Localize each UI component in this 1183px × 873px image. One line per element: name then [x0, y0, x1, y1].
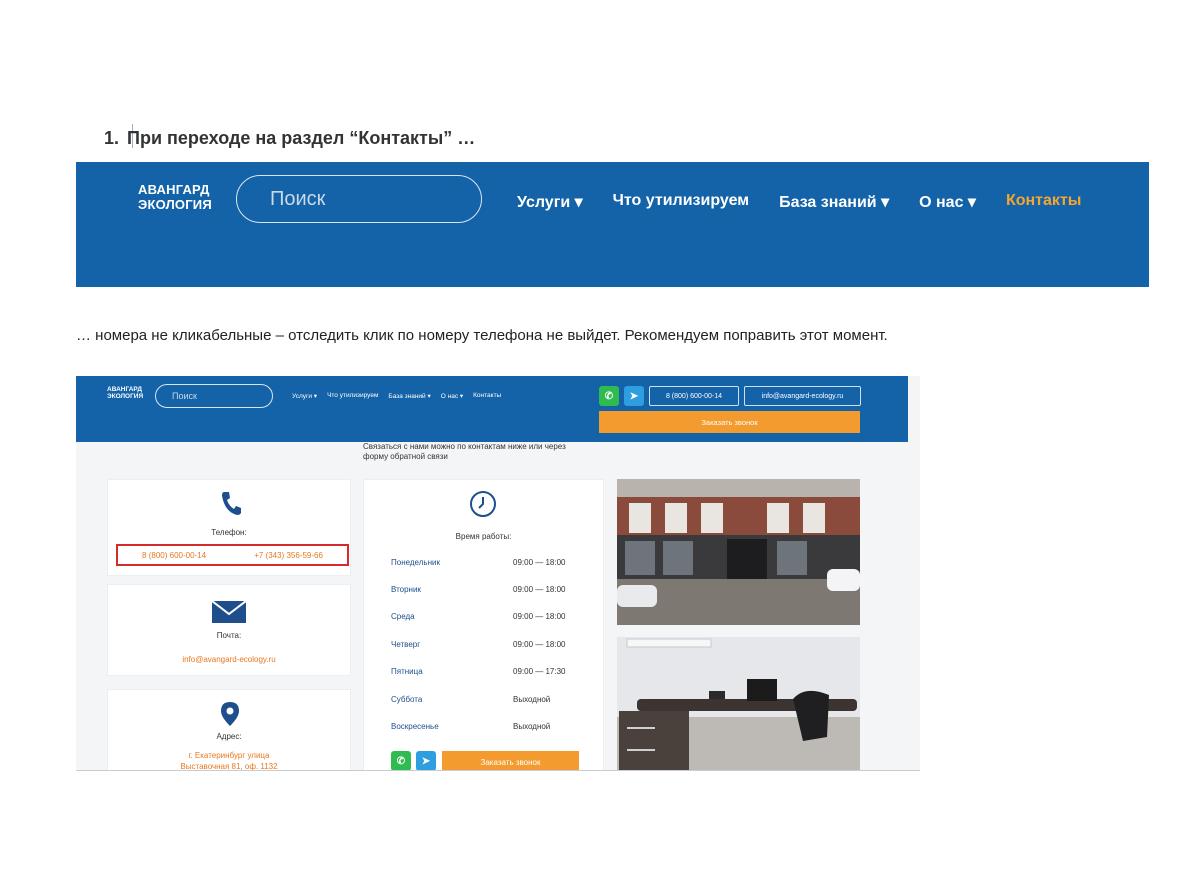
card-telegram-icon[interactable]: ➤ — [416, 751, 436, 771]
menu-item-about[interactable]: О нас ▾ — [919, 192, 976, 212]
hours-time: Выходной — [513, 722, 551, 731]
contacts-intro: Связаться с нами можно по контактам ниже… — [363, 442, 566, 461]
mini-menu-what-we-recycle[interactable]: Что утилизируем — [327, 392, 378, 400]
mini-navbar: АВАНГАРД ЭКОЛОГИЯ Поиск Услуги ▾ Что ути… — [76, 376, 908, 442]
office-building-photo — [617, 479, 860, 625]
screenshot-bottom-border — [76, 770, 920, 771]
phone-card-title: Телефон: — [211, 528, 247, 537]
logo-line-2: ЭКОЛОГИЯ — [138, 197, 212, 212]
whatsapp-icon[interactable]: ✆ — [599, 386, 619, 406]
search-placeholder: Поиск — [270, 187, 326, 210]
address-card: Адрес: г. Екатеринбург улица Выставочная… — [107, 689, 351, 771]
hours-day: Вторник — [391, 585, 421, 594]
phone-number-1: 8 (800) 600-00-14 — [142, 550, 207, 560]
main-menu: Услуги ▾ Что утилизируем База знаний ▾ О… — [517, 192, 1081, 212]
phone-number-2: +7 (343) 356-59-66 — [254, 550, 323, 560]
working-hours-card: Время работы: Понедельник 09:00 — 18:00 В… — [363, 479, 604, 771]
mini-search-placeholder: Поиск — [172, 391, 197, 401]
hours-row: Среда 09:00 — 18:00 — [391, 612, 581, 621]
hours-row: Понедельник 09:00 — 18:00 — [391, 558, 581, 567]
mail-card-title: Почта: — [216, 631, 242, 640]
phone-icon — [222, 492, 241, 515]
hours-row: Суббота Выходной — [391, 695, 581, 704]
menu-item-what-we-recycle[interactable]: Что утилизируем — [613, 192, 749, 212]
search-input[interactable]: Поиск — [236, 175, 482, 223]
hours-row: Пятница 09:00 — 17:30 — [391, 667, 581, 676]
hours-row: Воскресенье Выходной — [391, 722, 581, 731]
mail-icon — [212, 601, 246, 623]
card-order-call-button[interactable]: Заказать звонок — [442, 751, 579, 771]
hours-time: 09:00 — 17:30 — [513, 667, 566, 676]
order-call-button[interactable]: Заказать звонок — [599, 411, 860, 433]
mini-menu-about[interactable]: О нас ▾ — [441, 392, 463, 400]
heading-text: При переходе на раздел “Контакты” … — [127, 128, 476, 148]
logo[interactable]: АВАНГАРД ЭКОЛОГИЯ — [138, 182, 212, 212]
address-card-title: Адрес: — [216, 732, 242, 741]
email-chip[interactable]: info@avangard-ecology.ru — [744, 386, 861, 406]
phone-highlight-box: 8 (800) 600-00-14 +7 (343) 356-59-66 — [116, 544, 349, 566]
mini-logo-line-1: АВАНГАРД — [107, 386, 142, 393]
menu-item-knowledge-base[interactable]: База знаний ▾ — [779, 192, 889, 212]
card-whatsapp-icon[interactable]: ✆ — [391, 751, 411, 771]
hours-time: 09:00 — 18:00 — [513, 612, 566, 621]
hours-time: 09:00 — 18:00 — [513, 640, 566, 649]
menu-item-services[interactable]: Услуги ▾ — [517, 192, 583, 212]
hours-row: Вторник 09:00 — 18:00 — [391, 585, 581, 594]
address-line-1: г. Екатеринбург улица — [188, 751, 270, 760]
hours-time: 09:00 — 18:00 — [513, 585, 566, 594]
hours-time: 09:00 — 18:00 — [513, 558, 566, 567]
hours-day: Среда — [391, 612, 415, 621]
office-interior-photo — [617, 637, 860, 771]
hours-day: Понедельник — [391, 558, 440, 567]
hours-row: Четверг 09:00 — 18:00 — [391, 640, 581, 649]
mini-logo[interactable]: АВАНГАРД ЭКОЛОГИЯ — [107, 386, 143, 400]
mini-menu: Услуги ▾ Что утилизируем База знаний ▾ О… — [292, 392, 501, 400]
mini-logo-line-2: ЭКОЛОГИЯ — [107, 393, 144, 400]
mail-card-email: info@avangard-ecology.ru — [182, 655, 276, 664]
mini-search-input[interactable]: Поиск — [155, 384, 273, 408]
hours-time: Выходной — [513, 695, 551, 704]
menu-item-contacts[interactable]: Контакты — [1006, 192, 1081, 212]
hours-day: Воскресенье — [391, 722, 439, 731]
location-pin-icon — [221, 702, 239, 726]
phone-chip[interactable]: 8 (800) 600-00-14 — [649, 386, 739, 406]
section-heading: 1. При переходе на раздел “Контакты” … — [104, 128, 475, 149]
navbar-screenshot: АВАНГАРД ЭКОЛОГИЯ Поиск Услуги ▾ Что ути… — [76, 162, 1149, 287]
mail-card: Почта: info@avangard-ecology.ru — [107, 584, 351, 676]
mini-menu-contacts[interactable]: Контакты — [473, 392, 501, 400]
mini-menu-knowledge-base[interactable]: База знаний ▾ — [388, 392, 430, 400]
heading-number: 1. — [104, 128, 120, 148]
caption-text: … номера не кликабельные – отследить кли… — [76, 327, 888, 344]
hours-day: Суббота — [391, 695, 423, 704]
logo-line-1: АВАНГАРД — [138, 182, 210, 197]
hours-day: Четверг — [391, 640, 421, 649]
contacts-page-screenshot: АВАНГАРД ЭКОЛОГИЯ Поиск Услуги ▾ Что ути… — [76, 376, 920, 771]
telegram-icon[interactable]: ➤ — [624, 386, 644, 406]
hours-day: Пятница — [391, 667, 423, 676]
mini-menu-services[interactable]: Услуги ▾ — [292, 392, 317, 400]
clock-icon — [470, 491, 496, 517]
hours-title: Время работы: — [455, 532, 512, 541]
